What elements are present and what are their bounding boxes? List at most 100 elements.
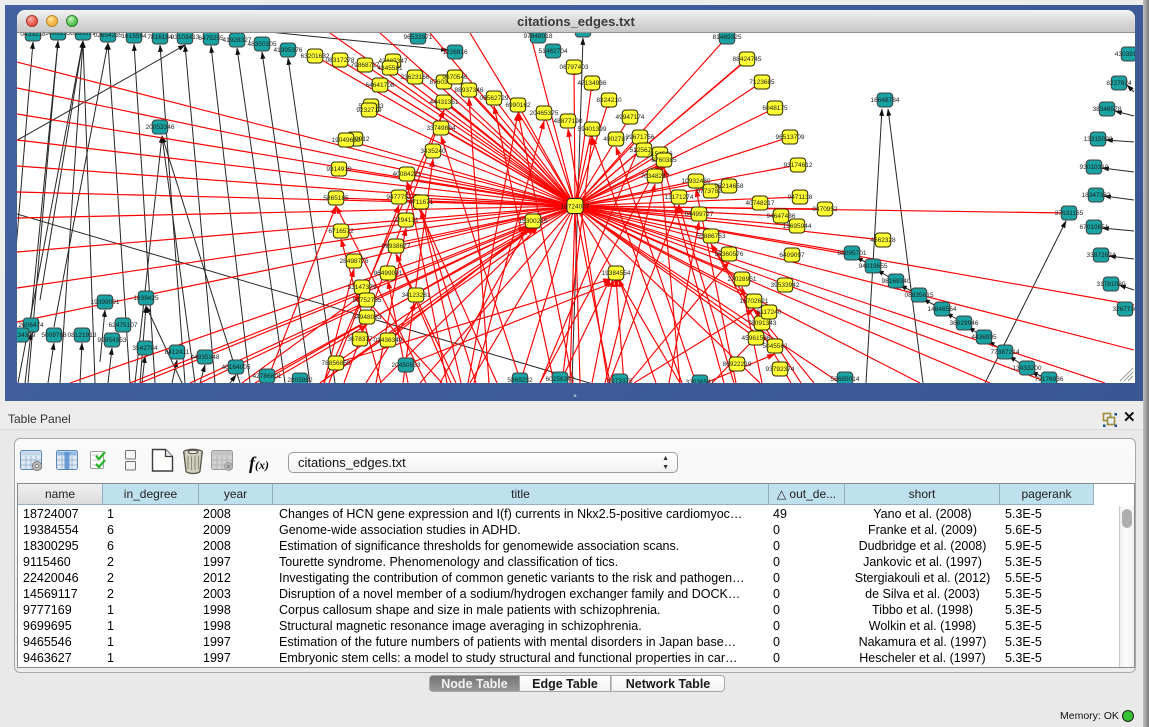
svg-text:13695944: 13695944 — [783, 223, 812, 230]
svg-text:98169340: 98169340 — [882, 278, 911, 285]
svg-text:54948083: 54948083 — [353, 314, 382, 321]
svg-text:59401399: 59401399 — [578, 126, 607, 133]
svg-text:93792374: 93792374 — [766, 366, 795, 373]
svg-text:8227824: 8227824 — [1106, 80, 1132, 87]
svg-text:77387214: 77387214 — [991, 349, 1020, 356]
svg-text:88937346: 88937346 — [455, 87, 484, 94]
svg-text:38346578: 38346578 — [1093, 106, 1122, 113]
svg-text:18702621: 18702621 — [740, 298, 769, 305]
svg-text:5865185: 5865185 — [323, 195, 349, 202]
svg-text:4711671: 4711671 — [409, 199, 434, 206]
svg-text:93174612: 93174612 — [784, 162, 813, 169]
svg-text:20465375: 20465375 — [530, 110, 559, 117]
svg-text:5869232: 5869232 — [507, 377, 533, 383]
svg-text:97848018: 97848018 — [524, 33, 553, 40]
svg-text:79868727: 79868727 — [351, 62, 380, 69]
svg-text:6475255: 6475255 — [198, 35, 224, 42]
svg-text:9670546: 9670546 — [442, 74, 468, 81]
svg-text:24238849: 24238849 — [569, 33, 598, 34]
svg-text:51462704: 51462704 — [539, 48, 568, 55]
svg-text:04499727: 04499727 — [685, 211, 714, 218]
svg-text:13433200: 13433200 — [1013, 365, 1042, 372]
svg-text:43039117: 43039117 — [1115, 51, 1135, 58]
svg-text:6716572: 6716572 — [328, 228, 354, 235]
svg-text:70348247: 70348247 — [641, 173, 670, 180]
svg-text:42786801: 42786801 — [253, 373, 282, 380]
svg-text:5045562: 5045562 — [762, 343, 788, 350]
svg-text:23623166: 23623166 — [401, 74, 430, 81]
svg-text:49947174: 49947174 — [616, 114, 645, 121]
svg-text:18724007: 18724007 — [561, 204, 590, 211]
svg-text:3267736: 3267736 — [1112, 306, 1135, 313]
svg-text:08121913: 08121913 — [68, 332, 97, 339]
svg-text:33036541: 33036541 — [686, 379, 715, 383]
svg-text:13315098: 13315098 — [1084, 136, 1113, 143]
svg-text:6073375: 6073375 — [607, 378, 633, 383]
svg-text:86922219: 86922219 — [723, 361, 752, 368]
svg-text:48350305: 48350305 — [248, 41, 277, 48]
svg-text:16648784: 16648784 — [871, 97, 900, 104]
svg-text:27028951: 27028951 — [728, 276, 757, 283]
svg-text:4436995: 4436995 — [971, 334, 997, 341]
svg-text:9314919: 9314919 — [326, 166, 352, 173]
svg-text:93103413: 93103413 — [171, 34, 200, 41]
svg-text:45961586: 45961586 — [742, 335, 771, 342]
svg-text:39533942: 39533942 — [771, 282, 800, 289]
svg-text:64641708: 64641708 — [366, 82, 395, 89]
svg-text:87234309: 87234309 — [17, 332, 36, 339]
svg-text:1226916: 1226916 — [442, 49, 468, 56]
svg-text:06797403: 06797403 — [560, 64, 589, 71]
svg-text:0471138: 0471138 — [788, 194, 813, 201]
svg-text:02654235: 02654235 — [94, 33, 123, 39]
svg-text:5009788: 5009788 — [41, 332, 67, 339]
svg-text:20053346: 20053346 — [146, 124, 175, 131]
svg-text:8412411: 8412411 — [165, 349, 190, 356]
svg-text:20450533: 20450533 — [392, 362, 421, 369]
svg-text:67010651: 67010651 — [1080, 224, 1109, 231]
svg-text:48877190: 48877190 — [554, 118, 583, 125]
svg-text:44935348: 44935348 — [191, 354, 220, 361]
svg-text:2805982: 2805982 — [287, 377, 313, 383]
svg-text:41395376: 41395376 — [274, 47, 303, 54]
svg-text:88424745: 88424745 — [733, 56, 762, 63]
svg-text:3542784: 3542784 — [132, 345, 158, 352]
svg-text:99854353: 99854353 — [98, 337, 127, 344]
svg-text:40084271: 40084271 — [393, 171, 422, 178]
svg-text:3678377: 3678377 — [347, 336, 373, 343]
svg-text:6048175: 6048175 — [762, 105, 788, 112]
svg-text:31781080: 31781080 — [1097, 281, 1126, 288]
svg-text:14846564: 14846564 — [928, 306, 957, 313]
svg-text:78856855: 78856855 — [322, 360, 351, 367]
svg-text:79176936: 79176936 — [1035, 376, 1064, 383]
svg-text:0470952: 0470952 — [812, 206, 838, 213]
svg-text:88095701: 88095701 — [838, 250, 867, 257]
svg-text:6409097: 6409097 — [779, 252, 805, 259]
svg-text:6990162: 6990162 — [505, 102, 531, 109]
svg-text:29671756: 29671756 — [626, 134, 655, 141]
svg-text:81489325: 81489325 — [713, 34, 742, 41]
svg-text:62475107: 62475107 — [109, 322, 138, 329]
svg-text:78091343: 78091343 — [748, 320, 777, 327]
svg-text:93010310: 93010310 — [1080, 164, 1109, 171]
svg-text:96360576: 96360576 — [715, 251, 744, 258]
svg-text:96532871: 96532871 — [404, 34, 433, 41]
svg-text:33749894: 33749894 — [427, 125, 456, 132]
svg-text:40164005: 40164005 — [222, 364, 251, 371]
svg-text:47134936: 47134936 — [578, 80, 607, 87]
svg-text:4562328: 4562328 — [870, 237, 896, 244]
svg-text:8386379: 8386379 — [70, 33, 96, 37]
svg-text:55886753: 55886753 — [697, 233, 726, 240]
svg-text:8760385: 8760385 — [651, 157, 677, 164]
svg-text:53147379: 53147379 — [348, 284, 377, 291]
svg-text:8324210: 8324210 — [596, 97, 622, 104]
svg-text:2294131: 2294131 — [393, 217, 419, 224]
svg-text:1838425: 1838425 — [133, 295, 159, 302]
svg-text:15300215: 15300215 — [519, 218, 548, 225]
svg-text:60256342: 60256342 — [546, 376, 575, 383]
svg-text:96499091: 96499091 — [374, 270, 403, 277]
svg-text:19384554: 19384554 — [602, 270, 631, 277]
svg-text:f(x): f(x) — [249, 453, 269, 473]
svg-text:34123281: 34123281 — [402, 292, 431, 299]
svg-text:13171274: 13171274 — [665, 194, 694, 201]
svg-text:06562729: 06562729 — [480, 95, 509, 102]
